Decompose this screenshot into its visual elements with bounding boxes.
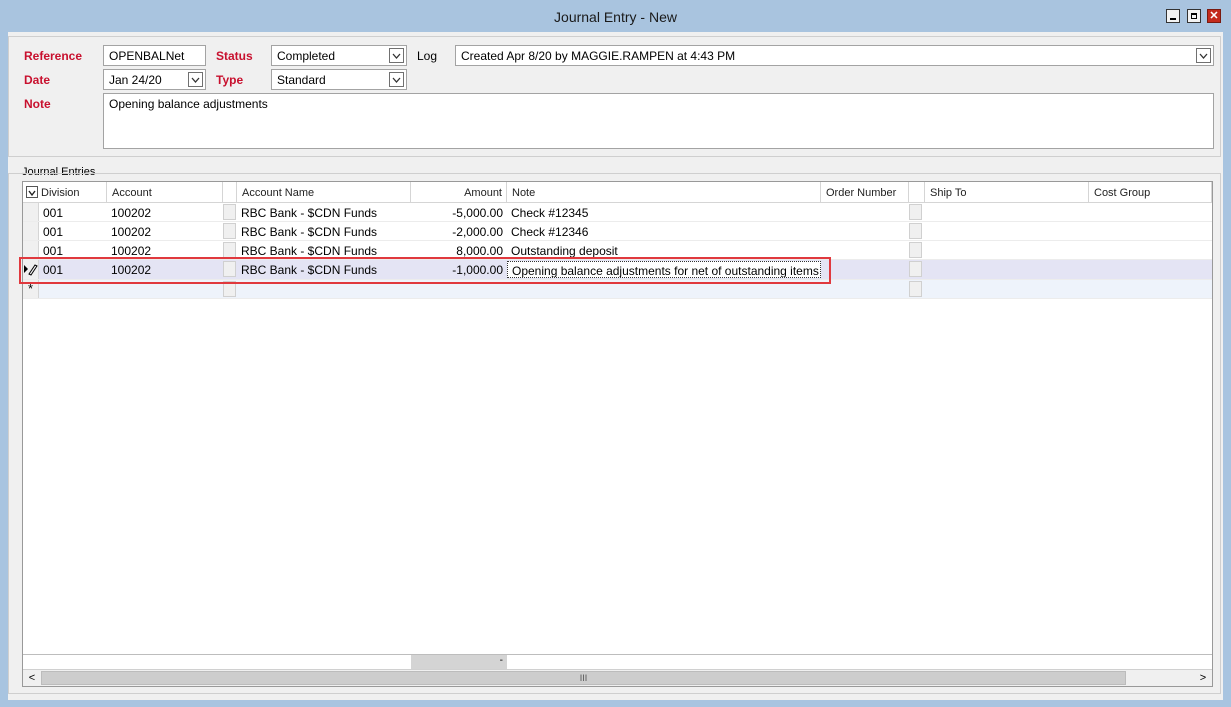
division-cell[interactable]: 001 (39, 203, 107, 222)
chevron-down-icon[interactable] (389, 72, 404, 87)
column-cost-group[interactable]: Cost Group (1089, 182, 1212, 202)
column-ship-to[interactable]: Ship To (925, 182, 1089, 202)
column-order-number[interactable]: Order Number (821, 182, 909, 202)
header-panel: Reference OPENBALNet Status Completed Lo… (8, 36, 1221, 157)
note-cell[interactable]: Check #12346 (507, 222, 821, 241)
title-bar: Journal Entry - New ✕ (0, 0, 1231, 32)
amount-cell[interactable]: -2,000.00 (411, 222, 507, 241)
select-all-checkbox-icon[interactable] (26, 186, 38, 198)
minimize-icon[interactable] (1166, 9, 1180, 23)
date-picker[interactable]: Jan 24/20 (103, 69, 206, 90)
grid-header: Division Account Account Name Amount Not… (23, 182, 1212, 203)
status-label: Status (216, 49, 253, 63)
column-order-lookup (909, 182, 925, 202)
log-select[interactable]: Created Apr 8/20 by MAGGIE.RAMPEN at 4:4… (455, 45, 1214, 66)
account-name-cell: RBC Bank - $CDN Funds (241, 225, 378, 239)
row-selector[interactable] (23, 203, 39, 221)
order-lookup-button[interactable] (909, 242, 922, 258)
column-account[interactable]: Account (107, 182, 223, 202)
row-selector[interactable] (23, 222, 39, 240)
window-title: Journal Entry - New (554, 9, 677, 25)
note-label: Note (24, 97, 51, 111)
order-lookup-button[interactable] (909, 223, 922, 239)
close-icon[interactable]: ✕ (1207, 9, 1221, 23)
scroll-left-icon[interactable]: < (25, 671, 39, 685)
reference-label: Reference (24, 49, 83, 63)
chevron-down-icon[interactable] (1196, 48, 1211, 63)
scroll-right-icon[interactable]: > (1196, 671, 1210, 685)
order-lookup-button[interactable] (909, 204, 922, 220)
type-label: Type (216, 73, 244, 87)
status-select[interactable]: Completed (271, 45, 407, 66)
account-lookup-button[interactable] (223, 242, 236, 258)
account-cell[interactable]: 100202 (107, 203, 223, 222)
column-account-name[interactable]: Account Name (237, 182, 411, 202)
highlight-box (19, 257, 831, 284)
account-cell[interactable]: 100202 (107, 222, 223, 241)
column-account-lookup (223, 182, 237, 202)
column-note[interactable]: Note (507, 182, 821, 202)
status-value: Completed (277, 49, 336, 63)
table-row[interactable]: 001 100202 RBC Bank - $CDN Funds -2,000.… (23, 222, 1212, 241)
type-select[interactable]: Standard (271, 69, 407, 90)
log-value: Created Apr 8/20 by MAGGIE.RAMPEN at 4:4… (461, 49, 736, 63)
date-value: Jan 24/20 (109, 73, 162, 87)
minimize-glyph (1170, 18, 1176, 20)
chevron-down-icon[interactable] (389, 48, 404, 63)
division-cell[interactable]: 001 (39, 222, 107, 241)
log-label: Log (417, 49, 438, 63)
account-lookup-button[interactable] (223, 204, 236, 220)
reference-input[interactable]: OPENBALNet (103, 45, 206, 66)
order-lookup-button[interactable] (909, 281, 922, 297)
account-lookup-button[interactable] (223, 223, 236, 239)
account-name-cell: RBC Bank - $CDN Funds (241, 206, 378, 220)
type-value: Standard (277, 73, 326, 87)
horizontal-scrollbar[interactable]: < III > (23, 669, 1212, 686)
amount-cell[interactable]: -5,000.00 (411, 203, 507, 222)
column-amount[interactable]: Amount (411, 182, 507, 202)
chevron-down-icon[interactable] (188, 72, 203, 87)
note-textarea[interactable]: Opening balance adjustments (103, 93, 1214, 149)
maximize-glyph (1191, 13, 1197, 19)
note-cell[interactable]: Check #12345 (507, 203, 821, 222)
date-label: Date (24, 73, 51, 87)
order-lookup-button[interactable] (909, 261, 922, 277)
maximize-icon[interactable] (1187, 9, 1201, 23)
grid-footer: - (23, 654, 1212, 669)
scroll-thumb[interactable]: III (41, 671, 1126, 685)
amount-total: - (411, 655, 507, 669)
table-row[interactable]: 001 100202 RBC Bank - $CDN Funds -5,000.… (23, 203, 1212, 222)
